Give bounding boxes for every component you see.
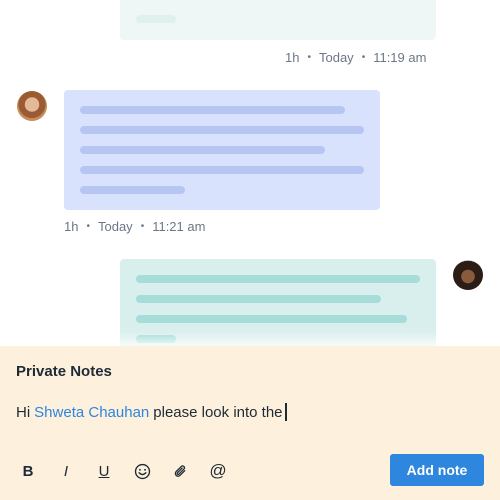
message-line-placeholder [80, 146, 325, 154]
message-ago: 1h [64, 219, 79, 234]
text-cursor [284, 403, 287, 421]
message-time: 11:21 am [152, 219, 206, 234]
message-line-placeholder [80, 186, 185, 194]
italic-button[interactable]: I [50, 459, 82, 483]
message-bubble [120, 0, 436, 40]
formatting-toolbar: B I U @ [12, 459, 240, 483]
at-icon[interactable]: @ [202, 459, 234, 483]
message-time: 11:19 am [373, 50, 427, 65]
user-mention[interactable]: Shweta Chauhan [34, 404, 149, 421]
bold-button[interactable]: B [12, 459, 44, 483]
message-line-placeholder [136, 335, 176, 343]
message-line-placeholder [136, 315, 407, 323]
message-line-placeholder [136, 295, 381, 303]
smiley-icon[interactable] [126, 459, 158, 483]
message-line-placeholder [80, 126, 364, 134]
separator-dot: • [140, 221, 145, 232]
avatar [17, 91, 47, 121]
message-day: Today [97, 219, 133, 234]
message-bubble [64, 90, 380, 210]
message-day: Today [318, 50, 354, 65]
add-note-button[interactable]: Add note [390, 454, 484, 486]
message-line-placeholder [136, 275, 420, 283]
separator-dot: • [86, 221, 90, 232]
note-text-after: please look into the [153, 403, 283, 421]
message-line-placeholder [80, 166, 364, 174]
message-ago: 1h [285, 50, 300, 65]
avatar [453, 260, 483, 290]
paperclip-icon[interactable] [164, 459, 196, 483]
message-meta: 1h • Today • 11:19 am [285, 50, 426, 65]
note-text-before: Hi [16, 403, 31, 421]
note-input[interactable]: Hi Shweta Chauhan please look into the [16, 403, 287, 421]
private-notes-title: Private Notes [16, 363, 112, 380]
separator-dot: • [361, 52, 366, 63]
underline-button[interactable]: U [88, 459, 120, 483]
message-line-placeholder [80, 106, 345, 114]
message-line-placeholder [136, 15, 176, 23]
message-meta: 1h • Today • 11:21 am [64, 219, 205, 234]
separator-dot: • [307, 52, 311, 63]
private-notes-panel: Private Notes Hi Shweta Chauhan please l… [0, 346, 500, 500]
